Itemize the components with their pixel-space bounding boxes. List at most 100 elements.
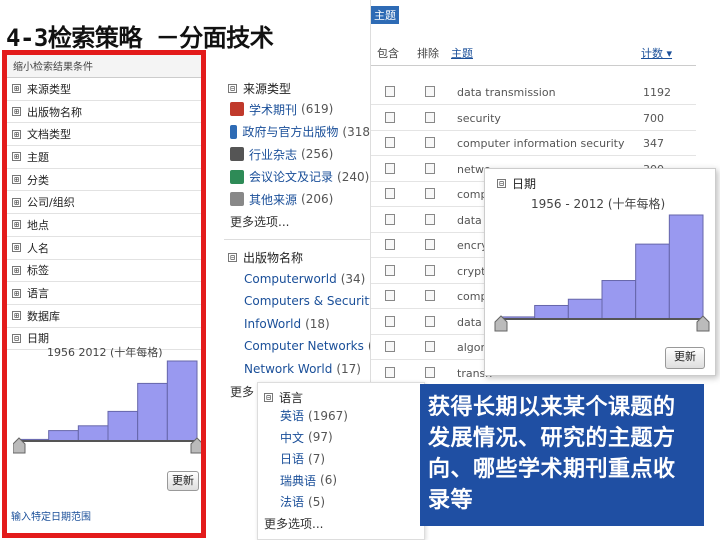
table-row[interactable]: security 700 (371, 106, 696, 131)
facet-row[interactable]: ⊞ 来源类型 (7, 78, 201, 101)
facet-row[interactable]: ⊞ 语言 (7, 282, 201, 305)
facet-row[interactable]: ⊞ 数据库 (7, 305, 201, 328)
source-type-item[interactable]: 学术期刊 (619) (224, 98, 370, 121)
expand-toggle-icon[interactable]: ⊞ (12, 84, 21, 94)
expand-toggle-icon[interactable]: ⊞ (12, 265, 21, 275)
expand-toggle-icon[interactable]: ⊞ (12, 220, 21, 230)
expand-toggle-icon[interactable]: ⊞ (12, 152, 21, 162)
histogram-bar[interactable] (635, 243, 670, 320)
include-checkbox[interactable] (385, 213, 395, 225)
exclude-checkbox[interactable] (425, 366, 435, 378)
exclude-checkbox[interactable] (425, 213, 435, 225)
expand-toggle-icon[interactable]: ⊞ (12, 288, 21, 298)
exclude-checkbox[interactable] (425, 290, 435, 301)
exclude-checkbox[interactable] (425, 341, 435, 352)
exclude-checkbox[interactable] (425, 239, 435, 250)
facet-row[interactable]: ⊞ 人名 (7, 237, 201, 260)
histogram-bar[interactable] (137, 382, 168, 442)
include-checkbox[interactable] (385, 188, 395, 199)
histogram-bar[interactable] (77, 425, 109, 442)
language-item[interactable]: 瑞典语 (6) (258, 470, 424, 492)
expand-toggle-icon[interactable]: ⊞ (12, 107, 21, 117)
source-type-list: 学术期刊 (619) 政府与官方出版物 (318 行业杂志 (256) 会议论文及记录 (24… (224, 98, 370, 211)
source-type-item[interactable]: 其他来源 (206) (224, 188, 370, 211)
expand-toggle-icon[interactable]: ⊞ (12, 311, 21, 321)
source-type-more-link[interactable]: 更多选项... (224, 211, 370, 233)
publication-item[interactable]: Computer Networks( (224, 335, 370, 358)
source-type-item[interactable]: 会议论文及记录 (240) (224, 166, 370, 189)
source-type-item[interactable]: 行业杂志 (256) (224, 143, 370, 166)
facet-row[interactable]: ⊞ 标签 (7, 260, 201, 283)
left-date-histogram[interactable] (13, 355, 201, 455)
exclude-checkbox[interactable] (425, 111, 435, 123)
facet-row[interactable]: ⊞ 出版物名称 (7, 101, 201, 124)
collapse-toggle-icon[interactable]: ⊟ (12, 333, 21, 343)
publication-item[interactable]: InfoWorld (18) (224, 313, 370, 336)
expand-toggle-icon[interactable]: ⊞ (12, 197, 21, 207)
include-checkbox[interactable] (385, 290, 395, 301)
exclude-checkbox[interactable] (425, 264, 435, 276)
collapse-toggle-icon[interactable]: ⊟ (228, 253, 237, 262)
exclude-checkbox[interactable] (425, 315, 435, 327)
include-checkbox[interactable] (385, 86, 395, 97)
include-checkbox[interactable] (385, 315, 395, 327)
specific-date-range-link[interactable]: 输入特定日期范围 (11, 508, 91, 523)
date-popup-update-button[interactable]: 更新 (665, 347, 705, 369)
collapse-toggle-icon[interactable]: ⊟ (228, 83, 237, 93)
collapse-toggle-icon[interactable]: ⊟ (497, 179, 506, 188)
histogram-bar[interactable] (534, 304, 569, 320)
include-checkbox[interactable] (385, 239, 395, 250)
expand-toggle-icon[interactable]: ⊞ (12, 243, 21, 253)
expand-toggle-icon[interactable]: ⊞ (12, 129, 21, 139)
language-item[interactable]: 中文 (97) (258, 427, 424, 449)
table-row[interactable]: data transmission 1192 (371, 80, 696, 105)
publication-item[interactable]: Computerworld (34) (224, 268, 370, 291)
include-checkbox[interactable] (385, 264, 395, 276)
left-update-button[interactable]: 更新 (167, 471, 199, 491)
exclude-checkbox[interactable] (425, 86, 435, 97)
include-checkbox[interactable] (385, 162, 395, 174)
include-checkbox[interactable] (385, 341, 395, 352)
exclude-checkbox[interactable] (425, 162, 435, 174)
facet-row[interactable]: ⊞ 分类 (7, 169, 201, 192)
publication-item[interactable]: Network World (17) (224, 358, 370, 381)
subject-term[interactable]: security (457, 112, 501, 125)
language-item[interactable]: 法语 (5) (258, 491, 424, 513)
subject-term[interactable]: data transmission (457, 86, 556, 99)
facet-label: 公司/组织 (27, 196, 75, 210)
facet-row[interactable]: ⊞ 主题 (7, 146, 201, 169)
subject-term[interactable]: computer information security (457, 137, 624, 150)
subject-tab[interactable]: 主题 (371, 6, 399, 24)
collapse-toggle-icon[interactable]: ⊟ (264, 392, 273, 402)
divider (224, 238, 370, 240)
date-popup-histogram[interactable] (493, 209, 711, 337)
date-popup-heading[interactable]: ⊟ 日期 (497, 175, 536, 192)
publication-heading[interactable]: ⊟ 出版物名称 (228, 248, 370, 268)
source-type-heading[interactable]: ⊟ 来源类型 (228, 78, 370, 98)
include-checkbox[interactable] (385, 137, 395, 148)
include-checkbox[interactable] (385, 111, 395, 123)
facet-row[interactable]: ⊞ 文档类型 (7, 123, 201, 147)
count-column-header[interactable]: 计数 ▾ (641, 45, 672, 61)
histogram-bar[interactable] (48, 430, 79, 442)
publication-item[interactable]: Computers & Security (224, 290, 370, 313)
expand-toggle-icon[interactable]: ⊞ (12, 175, 21, 185)
language-item[interactable]: 英语 (1967) (258, 405, 424, 427)
language-more-link[interactable]: 更多选项... (258, 513, 424, 535)
histogram-bar[interactable] (166, 360, 198, 442)
source-type-item[interactable]: 政府与官方出版物 (318 (224, 121, 370, 144)
language-heading[interactable]: ⊟ 语言 (258, 383, 424, 405)
subject-column-header[interactable]: 主题 (451, 45, 473, 61)
table-row[interactable]: computer information security 347 (371, 131, 696, 156)
publication-item-count: (34) (340, 271, 366, 286)
histogram-bar[interactable] (601, 280, 637, 320)
histogram-bar[interactable] (567, 298, 603, 320)
facet-row[interactable]: ⊞ 公司/组织 (7, 191, 201, 215)
include-checkbox[interactable] (385, 366, 395, 378)
facet-row[interactable]: ⊞ 地点 (7, 214, 201, 237)
histogram-bar[interactable] (107, 410, 139, 442)
histogram-bar[interactable] (668, 214, 704, 320)
exclude-checkbox[interactable] (425, 188, 435, 199)
language-item[interactable]: 日语 (7) (258, 448, 424, 470)
exclude-checkbox[interactable] (425, 137, 435, 148)
